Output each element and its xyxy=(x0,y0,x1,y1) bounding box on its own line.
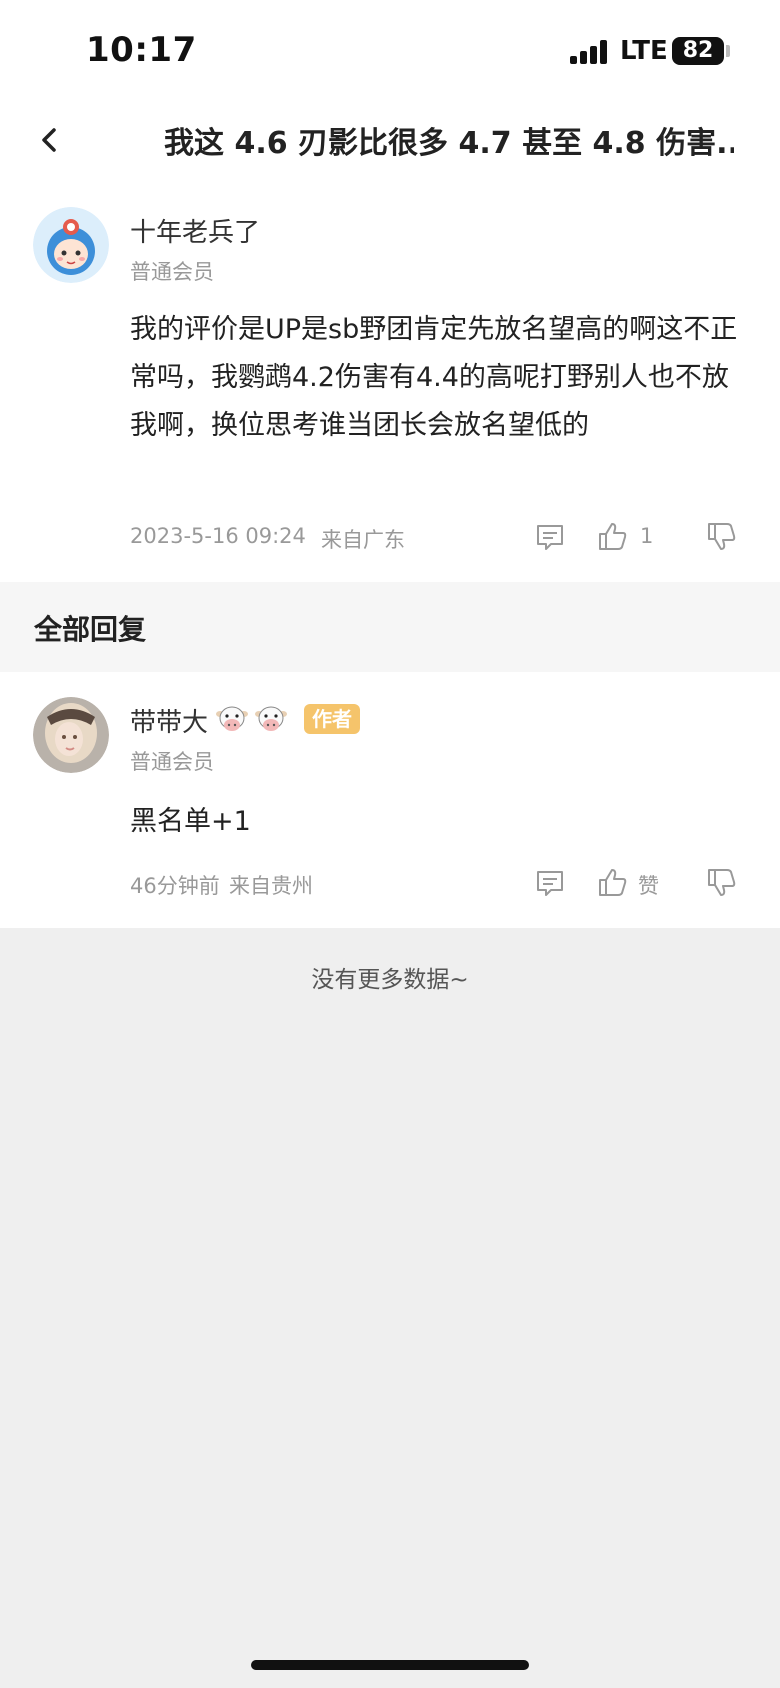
thumbs-up-icon[interactable] xyxy=(597,866,629,898)
network-label: LTE xyxy=(620,36,668,66)
thumbs-down-icon[interactable] xyxy=(706,521,738,553)
reply-location: 来自贵州 xyxy=(229,874,313,898)
reply-body: 黑名单+1 xyxy=(130,806,251,837)
photo-avatar-icon xyxy=(33,697,109,773)
comment-like-count: 1 xyxy=(640,524,654,548)
reply-item: 带带大 作者 普通会员 黑名单+1 46分钟前 来自贵州 赞 xyxy=(0,672,780,928)
comment-member-level: 普通会员 xyxy=(130,260,214,284)
reply-timestamp: 46分钟前 xyxy=(130,874,220,898)
comment-location: 来自广东 xyxy=(321,528,405,552)
reply-icon[interactable] xyxy=(534,867,566,899)
cartoon-avatar-icon xyxy=(33,207,109,283)
no-more-data-text: 没有更多数据~ xyxy=(311,967,469,993)
signal-icon xyxy=(570,38,610,64)
battery-tip xyxy=(726,45,730,57)
reply-like-label: 赞 xyxy=(638,874,659,898)
reply-avatar[interactable] xyxy=(33,697,109,773)
comment-body: 我的评价是UP是sb野团肯定先放名望高的啊这不正常吗，我鹦鹉4.2伤害有4.4的… xyxy=(130,314,738,441)
reply-username[interactable]: 带带大 xyxy=(130,702,208,739)
section-title: 全部回复 xyxy=(34,613,147,646)
section-header: 全部回复 xyxy=(0,582,780,672)
page-title: 我这 4.6 刃影比很多 4.7 甚至 4.8 伤害... xyxy=(164,126,734,161)
reply-icon[interactable] xyxy=(534,521,566,553)
thumbs-down-icon[interactable] xyxy=(706,867,738,899)
author-badge: 作者 xyxy=(304,704,360,734)
battery-icon: 82 xyxy=(672,37,724,65)
cow-emoji-icon xyxy=(255,706,287,731)
cow-emoji-icon xyxy=(216,706,248,731)
nav-bar: 我这 4.6 刃影比很多 4.7 甚至 4.8 伤害... xyxy=(0,100,780,180)
back-icon[interactable] xyxy=(32,120,68,160)
thumbs-up-icon[interactable] xyxy=(597,520,629,552)
avatar[interactable] xyxy=(33,207,109,283)
comment-timestamp: 2023-5-16 09:24 xyxy=(130,524,306,548)
home-indicator[interactable] xyxy=(251,1660,529,1670)
status-bar: 10:17 LTE 82 xyxy=(0,0,780,100)
status-time: 10:17 xyxy=(86,30,197,70)
comment-username[interactable]: 十年老兵了 xyxy=(130,212,260,249)
reply-member-level: 普通会员 xyxy=(130,750,214,774)
